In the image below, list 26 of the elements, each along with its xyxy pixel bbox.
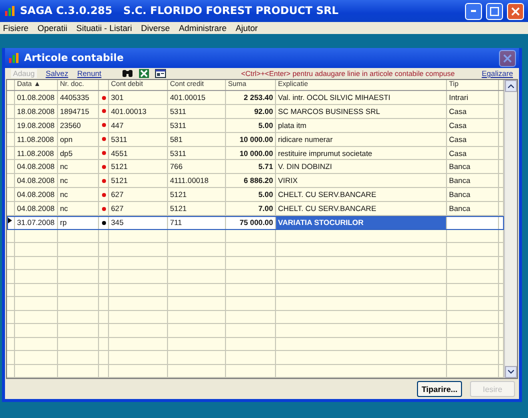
maximize-button[interactable]	[486, 2, 503, 20]
close-icon	[511, 6, 520, 16]
close-button[interactable]	[499, 50, 516, 66]
menu-item[interactable]: Ajutor	[236, 22, 258, 34]
binoculars-icon[interactable]	[122, 69, 134, 77]
minimize-button[interactable]	[465, 2, 482, 20]
minimize-icon	[471, 10, 476, 12]
menu-item[interactable]: Administrare	[178, 22, 227, 34]
print-button[interactable]: Tiparire...	[417, 381, 462, 397]
close-icon	[503, 54, 512, 62]
table-icon[interactable]	[155, 69, 166, 78]
menu-item[interactable]: Fisiere	[3, 22, 29, 34]
scrollbar[interactable]	[504, 80, 517, 378]
dialog-title: Articole contabile	[24, 52, 125, 64]
scroll-up-icon[interactable]	[505, 80, 517, 92]
window-title: SAGA C.3.0.285 S.C. FLORIDO FOREST PRODUCT SRL	[20, 5, 340, 17]
app-icon	[4, 5, 16, 17]
close-button[interactable]	[507, 2, 524, 20]
menu-item[interactable]: Diverse	[141, 22, 170, 34]
current-row-icon	[7, 217, 12, 224]
maximize-icon	[490, 6, 499, 16]
menu-item[interactable]: Situatii - Listari	[76, 22, 132, 34]
spreadsheet-icon[interactable]	[139, 69, 150, 78]
menu-item[interactable]: Operatii	[38, 22, 68, 34]
app-icon	[8, 52, 20, 64]
scroll-down-icon[interactable]	[505, 366, 517, 378]
